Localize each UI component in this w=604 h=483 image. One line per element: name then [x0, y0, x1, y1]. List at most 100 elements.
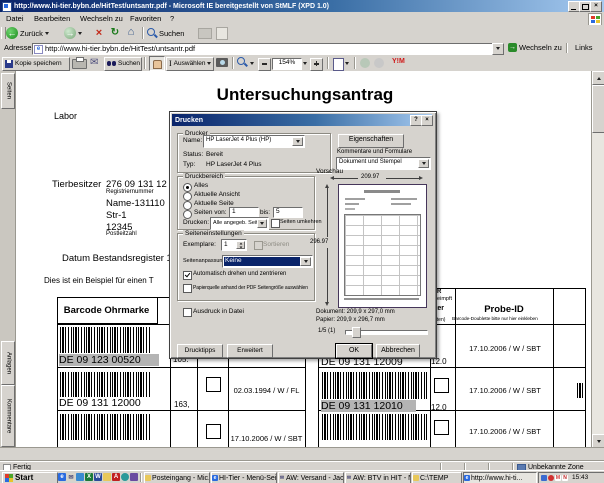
task-button-hitier[interactable]: eHI-Tier - Menü-Sei...	[211, 472, 277, 483]
cancel-button[interactable]: Abbrechen	[376, 344, 420, 358]
address-dropdown[interactable]	[492, 43, 504, 55]
preview-label: Vorschau	[316, 168, 343, 176]
radio-current-view[interactable]	[183, 192, 192, 201]
autorotate-label: Automatisch drehen und zentrieren	[193, 271, 286, 278]
zoom-out-button[interactable]	[258, 58, 271, 71]
tab-kommentare[interactable]: Kommentare	[1, 385, 15, 447]
pdf-search-button[interactable]: Suchen	[104, 57, 142, 71]
doc-size: Dokument: 209,9 x 297,0 mm	[316, 309, 395, 316]
pdf-statusbar: 1 von 5	[0, 447, 604, 462]
ie-quicklaunch-icon[interactable]: e	[58, 473, 66, 481]
desktop-quicklaunch-icon[interactable]	[76, 473, 84, 481]
edit-page-icon[interactable]	[216, 27, 228, 40]
home-icon[interactable]: ⌂	[124, 25, 138, 39]
scaling-combo[interactable]: Keine	[222, 255, 313, 268]
dialog-close-button[interactable]: ×	[421, 115, 433, 126]
acrobat-quicklaunch-icon[interactable]: A	[112, 473, 120, 481]
vertical-scrollbar[interactable]	[591, 71, 604, 447]
page-fraction: 1/5 (1)	[318, 328, 335, 335]
page-display-dropdown[interactable]	[345, 62, 349, 65]
tips-button[interactable]: Drucktipps	[177, 344, 223, 358]
stop-icon[interactable]: ×	[92, 26, 106, 40]
zoom-level-box[interactable]: 154%	[272, 58, 302, 70]
previous-view-icon[interactable]	[360, 58, 370, 68]
hand-tool[interactable]	[149, 56, 165, 71]
print-page-icon[interactable]	[198, 28, 212, 39]
print-icon[interactable]	[72, 59, 87, 69]
zoom-level-dropdown[interactable]	[303, 62, 307, 65]
scroll-up-button[interactable]	[592, 71, 604, 85]
email-icon[interactable]: ✉	[90, 57, 98, 68]
dialog-title: Drucken	[175, 116, 203, 125]
preview-width-value: 209.97	[361, 174, 379, 181]
display-tray-icon[interactable]	[541, 475, 547, 481]
radio-current-page[interactable]	[183, 201, 192, 210]
task-button-temp[interactable]: C:\TEMP	[412, 472, 462, 483]
print-to-file-checkbox[interactable]	[183, 308, 192, 317]
radio-all[interactable]	[183, 183, 192, 192]
page-display-icon[interactable]	[333, 58, 344, 71]
scroll-thumb[interactable]	[592, 85, 604, 133]
subset-combo[interactable]: Alle angegeb. Seiten	[210, 217, 269, 230]
address-input[interactable]: e http://www.hi-tier.bybn.de/HitTest/unt…	[32, 43, 494, 55]
advanced-button[interactable]: Erweitert	[227, 344, 273, 358]
pdf-toolbar: Kopie speichern ✉ Suchen I Auswählen	[0, 55, 604, 72]
zoom-tool-dropdown[interactable]	[250, 62, 254, 65]
preview-height-value: 296.97	[310, 239, 328, 246]
zoom-tool-icon[interactable]	[237, 57, 248, 68]
menu-datei[interactable]: Datei	[6, 14, 24, 23]
forward-button[interactable]: →	[64, 26, 88, 40]
printer-name-combo[interactable]: HP LaserJet 4 Plus (HP)	[203, 135, 305, 148]
select-tool[interactable]: I Auswählen	[166, 57, 214, 71]
refresh-icon[interactable]: ↻	[108, 26, 122, 40]
task-button-active-pdf[interactable]: ehttp://www.hi-ti...	[463, 472, 537, 483]
tab-seiten[interactable]: Seiten	[1, 73, 15, 109]
back-icon: ←	[6, 27, 18, 39]
plugin-badge-icon[interactable]: Y!M	[392, 58, 405, 65]
antivirus-tray-icon[interactable]	[548, 475, 554, 481]
papersource-checkbox[interactable]	[183, 284, 192, 293]
zoom-in-button[interactable]	[310, 58, 323, 71]
snapshot-icon[interactable]	[216, 58, 228, 67]
menu-favoriten[interactable]: Favoriten	[130, 14, 161, 23]
folder-icon	[413, 475, 419, 481]
links-label[interactable]: Links	[575, 43, 593, 52]
reverse-checkbox[interactable]	[271, 219, 280, 228]
task-button-mail2[interactable]: ✉AW: BTV in HIT - N...	[345, 472, 411, 483]
folder-quicklaunch-icon[interactable]	[103, 473, 111, 481]
printer-type-value: HP LaserJet 4 Plus	[206, 161, 262, 169]
start-button[interactable]: Start	[2, 472, 58, 483]
msn-tray-icon[interactable]: M	[555, 475, 561, 481]
copies-spinner[interactable]	[236, 241, 245, 249]
close-button[interactable]: ×	[590, 1, 602, 12]
page-to-field[interactable]: 5	[273, 207, 303, 218]
copies-label: Exemplare:	[183, 241, 216, 249]
copies-field[interactable]: 1	[221, 239, 247, 251]
radio-pages[interactable]	[183, 210, 192, 219]
comments-combo[interactable]: Dokument und Stempel	[336, 157, 431, 170]
mail-quicklaunch-icon[interactable]: ✉	[67, 473, 75, 481]
go-button[interactable]: → Wechseln zu	[508, 42, 562, 53]
excel-quicklaunch-icon[interactable]: X	[85, 473, 93, 481]
menu-hilfe[interactable]: ?	[170, 14, 174, 23]
next-view-icon[interactable]	[374, 58, 384, 68]
media-quicklaunch-icon[interactable]	[121, 473, 129, 481]
printer-name-label: Name:	[183, 137, 202, 145]
search-button[interactable]: Suchen	[147, 26, 191, 40]
preview-slider-thumb[interactable]	[352, 327, 361, 338]
task-button-mail1[interactable]: ✉AW: Versand - Jaco...	[278, 472, 344, 483]
search-icon	[147, 28, 157, 38]
tab-anlagen[interactable]: Anlagen	[1, 341, 15, 385]
messenger-quicklaunch-icon[interactable]	[130, 473, 138, 481]
menu-wechseln-zu[interactable]: Wechseln zu	[80, 14, 123, 23]
menu-bearbeiten[interactable]: Bearbeiten	[34, 14, 70, 23]
netscape-tray-icon[interactable]: N	[562, 475, 568, 481]
properties-button[interactable]: Eigenschaften	[338, 134, 404, 148]
ok-button[interactable]: OK	[336, 344, 372, 358]
word-quicklaunch-icon[interactable]: W	[94, 473, 102, 481]
autorotate-checkbox[interactable]	[183, 271, 192, 280]
save-copy-button[interactable]: Kopie speichern	[2, 57, 70, 71]
scroll-down-button[interactable]	[592, 434, 604, 448]
back-button[interactable]: ← Zurück	[6, 26, 60, 40]
task-button-posteingang[interactable]: Posteingang - Mic...	[144, 472, 210, 483]
